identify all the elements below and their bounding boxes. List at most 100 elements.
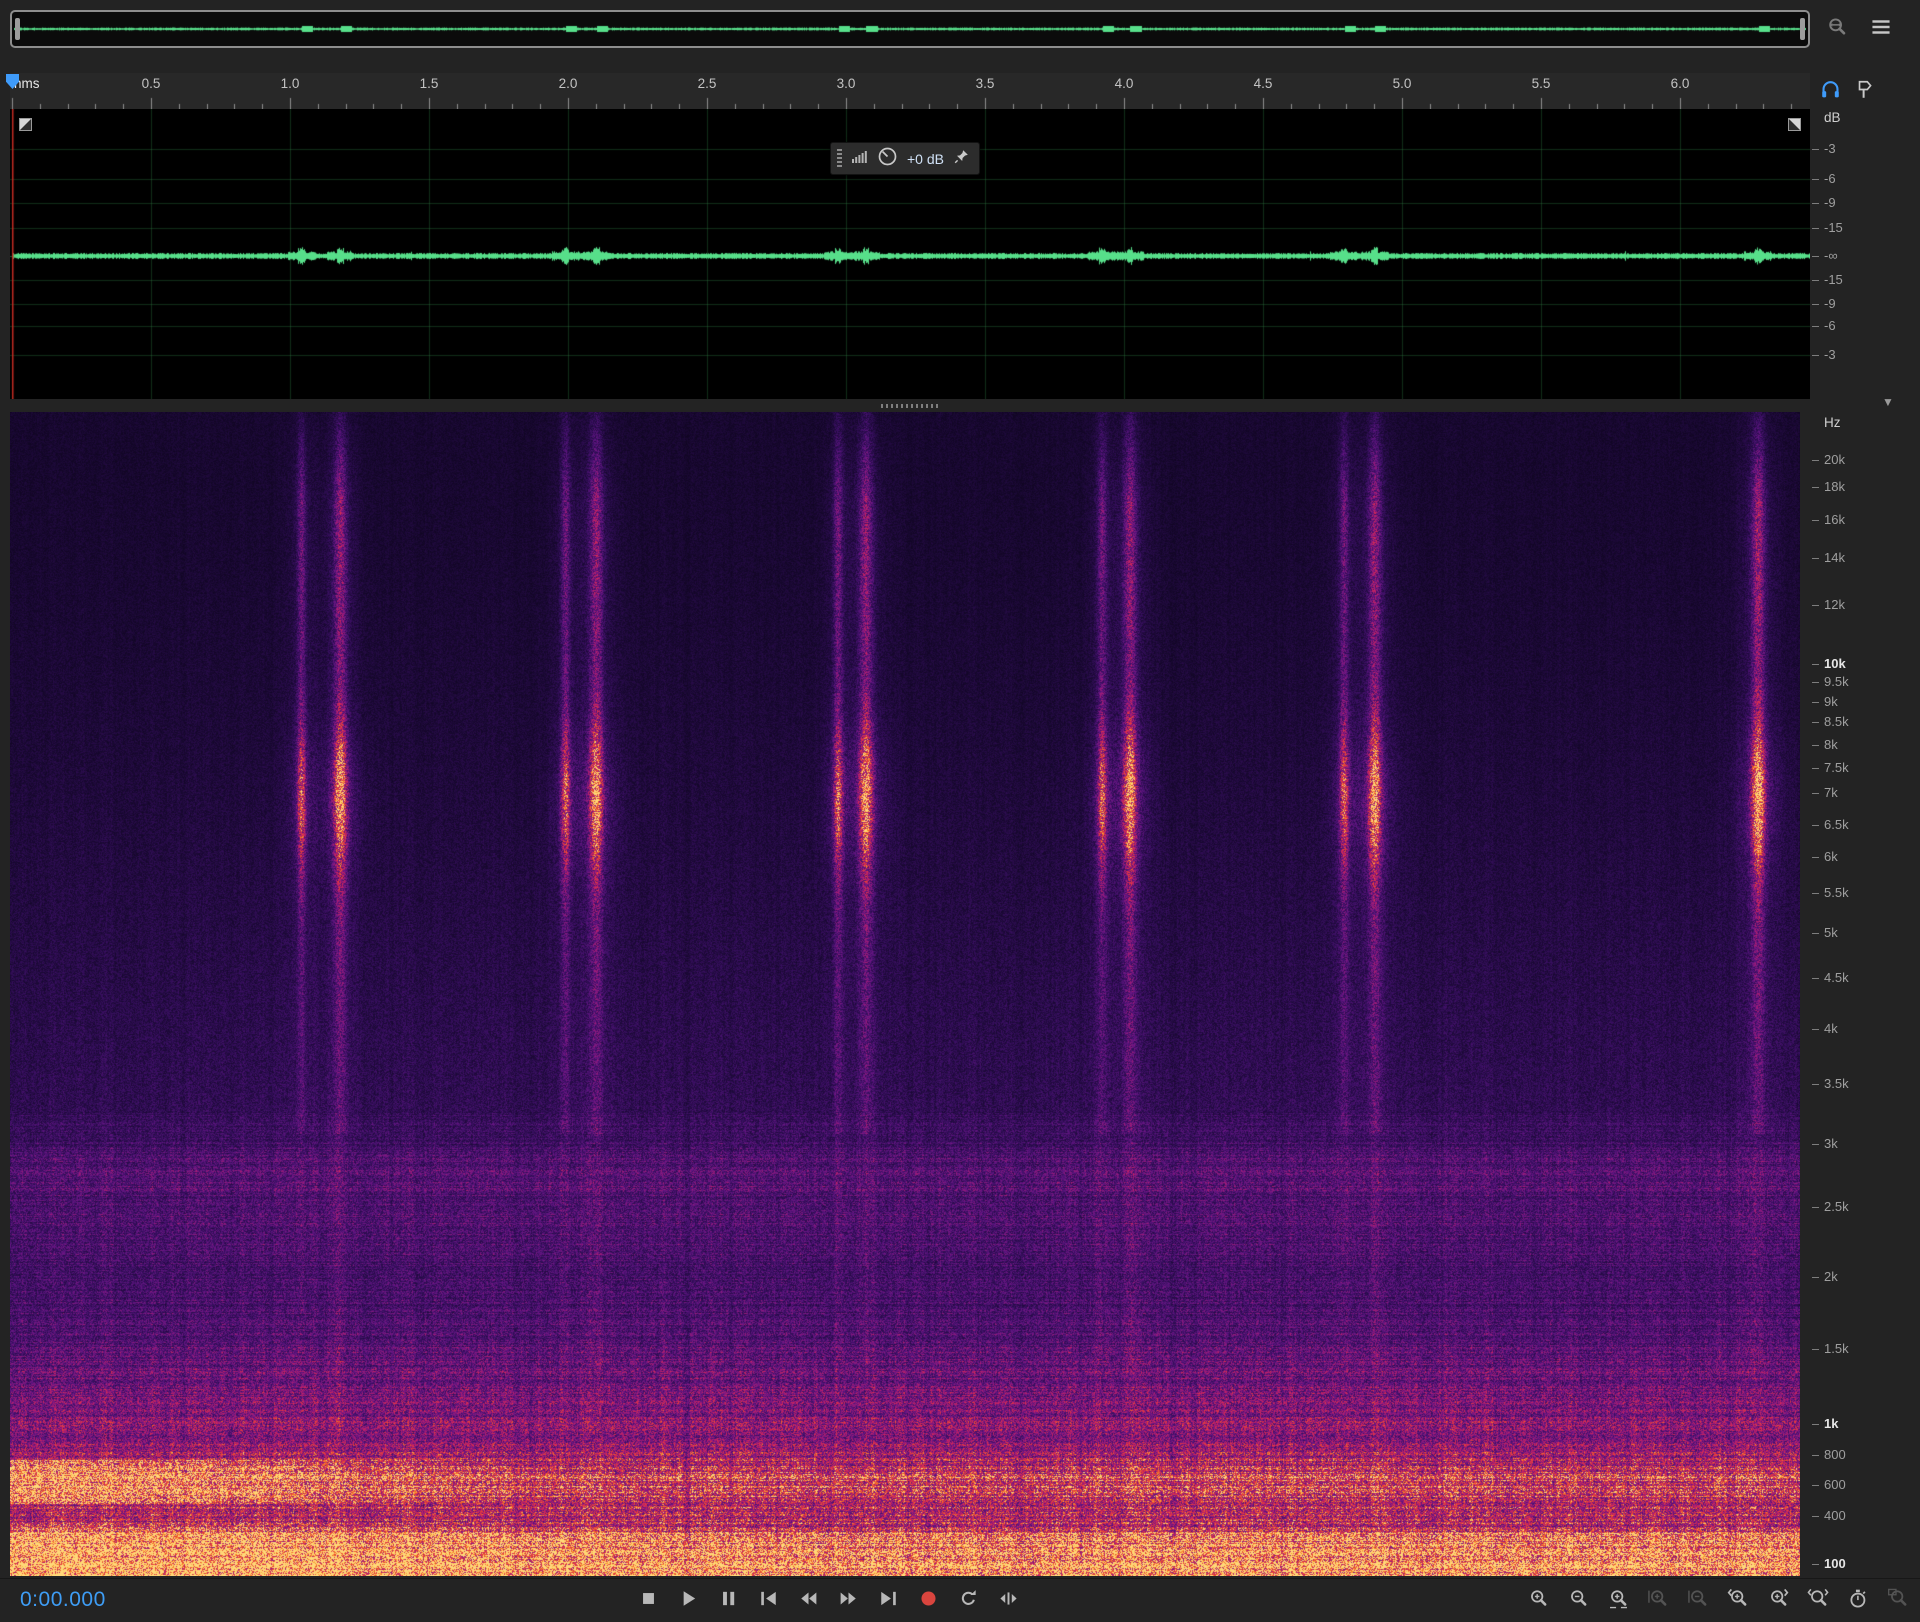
zoom-in-at-in-point-button[interactable]	[1726, 1586, 1750, 1610]
scale-tick-mark	[1812, 1029, 1819, 1030]
timeline-ruler[interactable]: hms 0.5 1.0 1.5 2.0 2.5 3.0 3.5 4.0 4.5 5.0 5.5 6.0	[10, 73, 1810, 109]
scale-tick-mark	[1812, 1277, 1819, 1278]
ruler-ticks	[10, 73, 1810, 109]
spectrogram-display[interactable]	[10, 412, 1800, 1576]
scale-tick-label: 1k	[1824, 1416, 1839, 1431]
volume-hud[interactable]: +0 dB	[830, 142, 980, 175]
fast-forward-button[interactable]	[836, 1586, 860, 1610]
hud-gain-value[interactable]: +0 dB	[907, 151, 944, 167]
navigator-right-handle[interactable]	[1800, 18, 1805, 40]
snapshot-timer-button[interactable]	[1846, 1586, 1870, 1610]
panel-splitter[interactable]	[10, 399, 1810, 412]
scale-tick-mark	[1812, 558, 1819, 559]
scale-tick-mark	[1812, 1349, 1819, 1350]
navigator-left-handle[interactable]	[15, 18, 20, 40]
scale-tick-label: 4k	[1824, 1021, 1838, 1036]
rewind-button[interactable]	[796, 1586, 820, 1610]
scale-tick-label: -6	[1824, 318, 1836, 333]
hud-levels-icon[interactable]	[851, 148, 868, 169]
scale-tick-label: -3	[1824, 141, 1836, 156]
panel-menu-icon[interactable]	[1868, 14, 1894, 40]
scale-tick-mark	[1812, 228, 1819, 229]
scale-tick-mark	[1812, 1455, 1819, 1456]
scale-tick-label: -15	[1824, 272, 1843, 287]
scale-tick-label: 3.5k	[1824, 1076, 1849, 1091]
zoom-in-at-out-point-button[interactable]	[1766, 1586, 1790, 1610]
scale-tick-label: 100	[1824, 1556, 1846, 1571]
hud-grip-icon[interactable]	[837, 149, 842, 168]
scale-tick-mark	[1812, 605, 1819, 606]
record-button[interactable]	[916, 1586, 940, 1610]
scale-tick-label: 800	[1824, 1447, 1846, 1462]
scale-tick-label: 20k	[1824, 452, 1845, 467]
scale-tick-label: 1.5k	[1824, 1341, 1849, 1356]
zoom-in-time-button[interactable]	[1526, 1586, 1550, 1610]
fade-in-handle[interactable]	[19, 118, 32, 131]
scale-tick-label: 7k	[1824, 785, 1838, 800]
scale-tick-mark	[1812, 149, 1819, 150]
scale-tick-mark	[1812, 1207, 1819, 1208]
zoom-reset-button	[1886, 1586, 1910, 1610]
pause-button[interactable]	[716, 1586, 740, 1610]
scale-divider-arrow-icon[interactable]: ▼	[1882, 395, 1894, 409]
navigator-mini-waveform	[14, 14, 1806, 44]
playhead-time[interactable]: 0:00.000	[20, 1588, 106, 1612]
scale-tick-label: 7.5k	[1824, 760, 1849, 775]
scale-tick-mark	[1812, 1084, 1819, 1085]
play-button[interactable]	[676, 1586, 700, 1610]
scale-tick-mark	[1812, 682, 1819, 683]
scale-tick-mark	[1812, 1564, 1819, 1565]
spectrogram-panel[interactable]	[10, 412, 1800, 1576]
waveform-panel[interactable]: +0 dB	[10, 109, 1810, 399]
stop-button[interactable]	[636, 1586, 660, 1610]
scale-tick-label: -15	[1824, 220, 1843, 235]
scale-tick-label: 5.5k	[1824, 885, 1849, 900]
scale-tick-label: 3k	[1824, 1136, 1838, 1151]
scale-tick-label: -9	[1824, 195, 1836, 210]
scale-tick-mark	[1812, 203, 1819, 204]
hud-pin-icon[interactable]	[953, 148, 970, 170]
scale-tick-mark	[1812, 304, 1819, 305]
scale-tick-label: -6	[1824, 171, 1836, 186]
zoom-out-time-button[interactable]	[1566, 1586, 1590, 1610]
scale-tick-mark	[1812, 722, 1819, 723]
scale-tick-mark	[1812, 256, 1819, 257]
zoom-to-selection-h-button[interactable]	[1806, 1586, 1830, 1610]
scale-tick-label: 12k	[1824, 597, 1845, 612]
skip-selection-button[interactable]	[996, 1586, 1020, 1610]
scale-tick-label: 8k	[1824, 737, 1838, 752]
zoom-in-amplitude-button	[1646, 1586, 1670, 1610]
loop-playback-button[interactable]	[956, 1586, 980, 1610]
scale-tick-mark	[1812, 793, 1819, 794]
scale-tick-label: 16k	[1824, 512, 1845, 527]
scale-tick-label: 18k	[1824, 479, 1845, 494]
zoom-to-selection-button[interactable]	[1606, 1586, 1630, 1610]
scale-tick-mark	[1812, 664, 1819, 665]
scale-tick-mark	[1812, 745, 1819, 746]
skip-to-start-button[interactable]	[756, 1586, 780, 1610]
navigator-zoom-icon[interactable]	[1824, 14, 1850, 40]
splitter-grip-icon	[881, 404, 939, 408]
fade-out-handle[interactable]	[1788, 118, 1801, 131]
scale-tick-label: 6k	[1824, 849, 1838, 864]
scale-tick-mark	[1812, 893, 1819, 894]
scale-tick-mark	[1812, 933, 1819, 934]
scale-tick-label: 400	[1824, 1508, 1846, 1523]
scale-tick-label: 4.5k	[1824, 970, 1849, 985]
hud-gain-knob-icon[interactable]	[877, 146, 898, 172]
scale-tick-label: -9	[1824, 296, 1836, 311]
scale-tick-label: 10k	[1824, 656, 1846, 671]
scale-tick-mark	[1812, 1144, 1819, 1145]
amplitude-scale-title: dB	[1824, 110, 1841, 125]
scale-tick-label: -∞	[1824, 248, 1838, 263]
marker-icon[interactable]	[1855, 79, 1874, 105]
scale-tick-label: 9k	[1824, 694, 1838, 709]
frequency-scale-title: Hz	[1824, 415, 1841, 430]
scale-tick-mark	[1812, 825, 1819, 826]
scale-tick-mark	[1812, 487, 1819, 488]
headphones-icon[interactable]	[1820, 79, 1841, 105]
scale-tick-mark	[1812, 1485, 1819, 1486]
overview-navigator[interactable]	[10, 10, 1810, 48]
skip-to-end-button[interactable]	[876, 1586, 900, 1610]
scale-tick-mark	[1812, 768, 1819, 769]
